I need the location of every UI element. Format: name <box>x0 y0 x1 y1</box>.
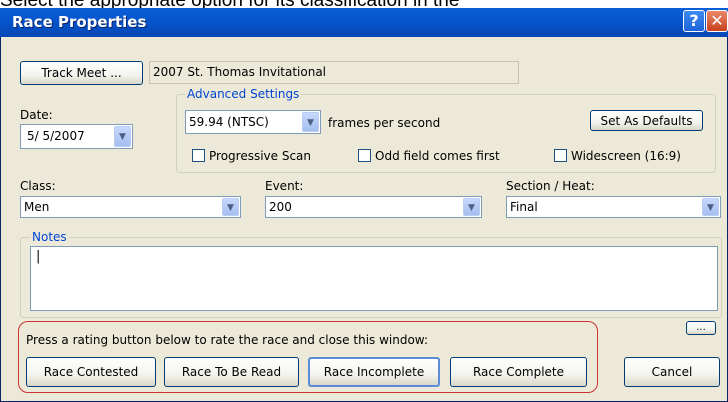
odd-field-label: Odd field comes first <box>375 149 500 163</box>
cancel-button[interactable]: Cancel <box>624 357 720 387</box>
track-meet-value: 2007 St. Thomas Invitational <box>149 61 519 84</box>
close-icon[interactable]: ✕ <box>706 10 728 32</box>
section-heat-value: Final <box>510 200 538 214</box>
event-value: 200 <box>269 200 292 214</box>
fps-suffix-label: frames per second <box>328 116 441 130</box>
notes-cursor: | <box>36 249 41 264</box>
notes-legend: Notes <box>30 230 69 244</box>
chevron-down-icon[interactable]: ▼ <box>302 112 319 132</box>
race-to-be-read-button[interactable]: Race To Be Read <box>164 357 299 387</box>
event-dropdown[interactable]: 200 ▼ <box>265 196 482 218</box>
race-incomplete-button[interactable]: Race Incomplete <box>308 357 440 387</box>
section-heat-dropdown[interactable]: Final ▼ <box>506 196 721 218</box>
date-label: Date: <box>20 108 53 122</box>
progressive-scan-label: Progressive Scan <box>209 149 312 163</box>
class-value: Men <box>24 200 50 214</box>
race-contested-button[interactable]: Race Contested <box>26 357 156 387</box>
progressive-scan-checkbox[interactable] <box>192 149 205 162</box>
chevron-down-icon[interactable]: ▼ <box>463 198 480 216</box>
window-title: Race Properties <box>12 13 147 31</box>
class-label: Class: <box>20 179 56 193</box>
fps-value: 59.94 (NTSC) <box>189 115 269 129</box>
fps-dropdown[interactable]: 59.94 (NTSC) ▼ <box>185 110 321 134</box>
notes-textarea[interactable]: | <box>30 246 718 311</box>
race-complete-button[interactable]: Race Complete <box>450 357 587 387</box>
chevron-down-icon[interactable]: ▼ <box>702 198 719 216</box>
odd-field-checkbox[interactable] <box>358 149 371 162</box>
widescreen-label: Widescreen (16:9) <box>571 149 681 163</box>
date-picker[interactable]: 5/ 5/2007 ▼ <box>20 124 133 149</box>
section-heat-label: Section / Heat: <box>506 179 595 193</box>
rating-prompt: Press a rating button below to rate the … <box>26 333 429 347</box>
set-as-defaults-button[interactable]: Set As Defaults <box>590 110 703 131</box>
help-icon[interactable]: ? <box>683 10 705 32</box>
widescreen-checkbox[interactable] <box>554 149 567 162</box>
chevron-down-icon[interactable]: ▼ <box>222 198 239 216</box>
chevron-down-icon[interactable]: ▼ <box>114 126 131 147</box>
advanced-settings-legend: Advanced Settings <box>185 87 302 101</box>
event-label: Event: <box>265 179 304 193</box>
more-options-button[interactable]: ... <box>686 321 716 335</box>
track-meet-button[interactable]: Track Meet ... <box>20 61 143 85</box>
date-value: 5/ 5/2007 <box>27 129 85 143</box>
class-dropdown[interactable]: Men ▼ <box>20 196 241 218</box>
